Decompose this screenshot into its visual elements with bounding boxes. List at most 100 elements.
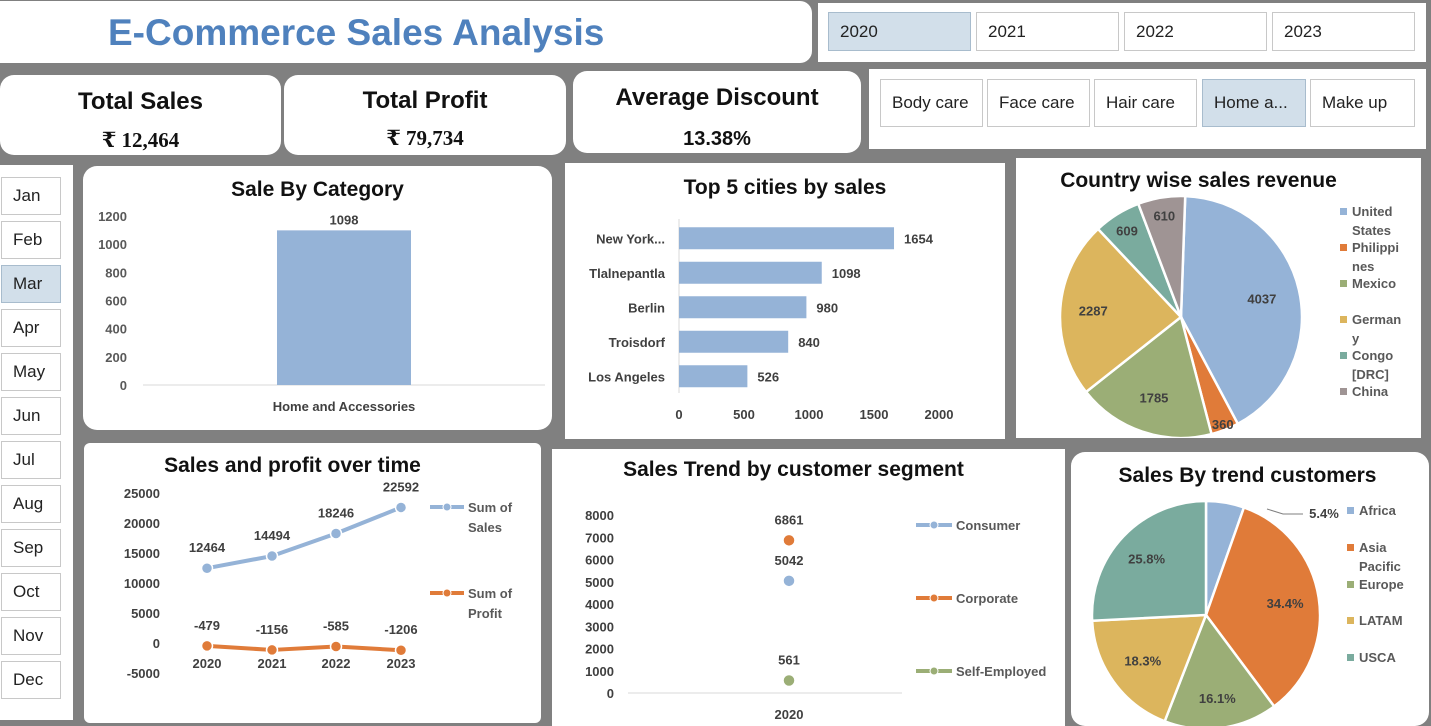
data-label: 561 — [778, 653, 800, 668]
legend-marker — [929, 593, 939, 603]
data-label: -1156 — [256, 622, 289, 637]
x-tick-label: 2000 — [925, 407, 954, 422]
bar — [679, 261, 822, 284]
month-button-jul[interactable]: Jul — [1, 441, 61, 479]
data-point — [265, 643, 279, 657]
bar — [679, 365, 748, 388]
month-button-apr[interactable]: Apr — [1, 309, 61, 347]
segment-trend-panel: Sales Trend by customer segment 0 1000 200… — [552, 449, 1065, 726]
y-tick-label: 5000 — [585, 575, 614, 590]
country-sales-chart: 4037 360 1785 2287 609 610 United States Philipp… — [1058, 194, 1401, 438]
data-label: 14494 — [254, 528, 291, 543]
total-sales-label: Total Sales — [78, 88, 203, 115]
y-tick-label: 1000 — [98, 237, 127, 252]
x-tick-label: 2020 — [775, 707, 804, 722]
category-button-hair-care[interactable]: Hair care — [1094, 79, 1197, 127]
bar — [679, 296, 807, 319]
category-button-home-a[interactable]: Home a... — [1202, 79, 1306, 127]
month-button-aug[interactable]: Aug — [1, 485, 61, 523]
avg-discount-label: Average Discount — [615, 84, 819, 111]
total-profit-card: Total Profit ₹ 79,734 — [284, 75, 566, 155]
year-button-2023[interactable]: 2023 — [1272, 12, 1415, 51]
series-line — [206, 643, 402, 653]
month-button-jan[interactable]: Jan — [1, 177, 61, 215]
y-tick-label: 2000 — [585, 642, 614, 657]
slice-label: 5.4% — [1309, 506, 1339, 521]
x-tick-label: 1500 — [860, 407, 889, 422]
total-profit-label: Total Profit — [362, 87, 488, 114]
bar — [679, 227, 895, 250]
month-button-oct[interactable]: Oct — [1, 573, 61, 611]
legend-swatch — [1340, 208, 1347, 215]
trend-customers-chart: 5.4% 34.4% 16.1% 18.3% 25.8% Africa Asia Pacifi… — [1090, 499, 1404, 726]
legend-swatch — [1347, 654, 1354, 661]
y-tick-label: 10000 — [124, 576, 160, 591]
category-button-body-care[interactable]: Body care — [880, 79, 983, 127]
data-label: -479 — [194, 618, 220, 633]
data-label: -1206 — [384, 622, 417, 637]
month-button-feb[interactable]: Feb — [1, 221, 61, 259]
year-button-2021[interactable]: 2021 — [976, 12, 1119, 51]
sales-profit-chart: -5000 0 5000 10000 15000 20000 25000 2020 2021 20… — [124, 479, 513, 681]
legend-text: Self-Employed — [956, 664, 1046, 679]
data-label: 526 — [757, 369, 779, 384]
x-tick-label: 2021 — [258, 656, 287, 671]
slice-label: 2287 — [1079, 304, 1108, 319]
top-cities-panel: Top 5 cities by sales New York... 1654 Tla… — [565, 163, 1005, 439]
legend-swatch — [1347, 581, 1354, 588]
legend-swatch — [1347, 544, 1354, 551]
legend-marker — [929, 520, 939, 530]
legend-swatch — [1340, 280, 1347, 287]
total-sales-value: ₹ 12,464 — [101, 128, 180, 152]
y-tick-label: 5000 — [131, 606, 160, 621]
y-tick-label: 6000 — [585, 553, 614, 568]
legend-text: Congo — [1352, 348, 1393, 363]
month-button-sep[interactable]: Sep — [1, 529, 61, 567]
legend-text: USCA — [1359, 650, 1396, 665]
legend-swatch — [1340, 244, 1347, 251]
legend-swatch — [1340, 388, 1347, 395]
data-point — [394, 501, 408, 514]
legend-marker — [929, 666, 939, 676]
page-title: E-Commerce Sales Analysis — [108, 12, 605, 53]
month-button-dec[interactable]: Dec — [1, 661, 61, 699]
avg-discount-value: 13.38% — [683, 128, 751, 150]
x-tick-label: 2023 — [387, 656, 416, 671]
month-button-mar[interactable]: Mar — [1, 265, 61, 303]
series-line — [206, 505, 402, 571]
category-button-make-up[interactable]: Make up — [1310, 79, 1415, 127]
month-button-nov[interactable]: Nov — [1, 617, 61, 655]
slice-label: 18.3% — [1124, 654, 1161, 669]
year-button-2022[interactable]: 2022 — [1124, 12, 1267, 51]
category-button-face-care[interactable]: Face care — [987, 79, 1090, 127]
y-tick-label: 20000 — [124, 516, 160, 531]
legend-text: United — [1352, 204, 1393, 219]
data-label: 1098 — [330, 212, 359, 227]
legend-marker — [442, 588, 452, 598]
legend-text: German — [1352, 312, 1401, 327]
total-profit-value: ₹ 79,734 — [386, 126, 464, 150]
y-tick-label: 4000 — [585, 597, 614, 612]
country-sales-panel: Country wise sales revenue 4037 360 1785 22… — [1016, 158, 1421, 438]
slice-label: 610 — [1153, 208, 1175, 223]
month-button-jun[interactable]: Jun — [1, 397, 61, 435]
y-tick-label: 0 — [120, 378, 127, 393]
month-button-may[interactable]: May — [1, 353, 61, 391]
y-tick-label: 25000 — [124, 486, 160, 501]
legend-text: y — [1352, 331, 1360, 346]
slice-label: 609 — [1116, 223, 1138, 238]
y-tick-label: 15000 — [124, 546, 160, 561]
legend-swatch — [1340, 352, 1347, 359]
data-point — [782, 533, 796, 548]
y-tick-label: 1200 — [98, 209, 127, 224]
year-button-2020[interactable]: 2020 — [828, 12, 971, 51]
slice-label: 1785 — [1139, 391, 1168, 406]
avg-discount-card: Average Discount 13.38% — [573, 71, 861, 153]
legend-text: Africa — [1359, 503, 1397, 518]
bar — [277, 230, 411, 385]
data-point — [394, 643, 408, 657]
sales-profit-panel: Sales and profit over time -5000 0 5000 100… — [84, 443, 541, 723]
y-tick-label: 600 — [105, 294, 127, 309]
data-label: 1654 — [904, 231, 934, 246]
category-label: Home and Accessories — [273, 399, 416, 414]
